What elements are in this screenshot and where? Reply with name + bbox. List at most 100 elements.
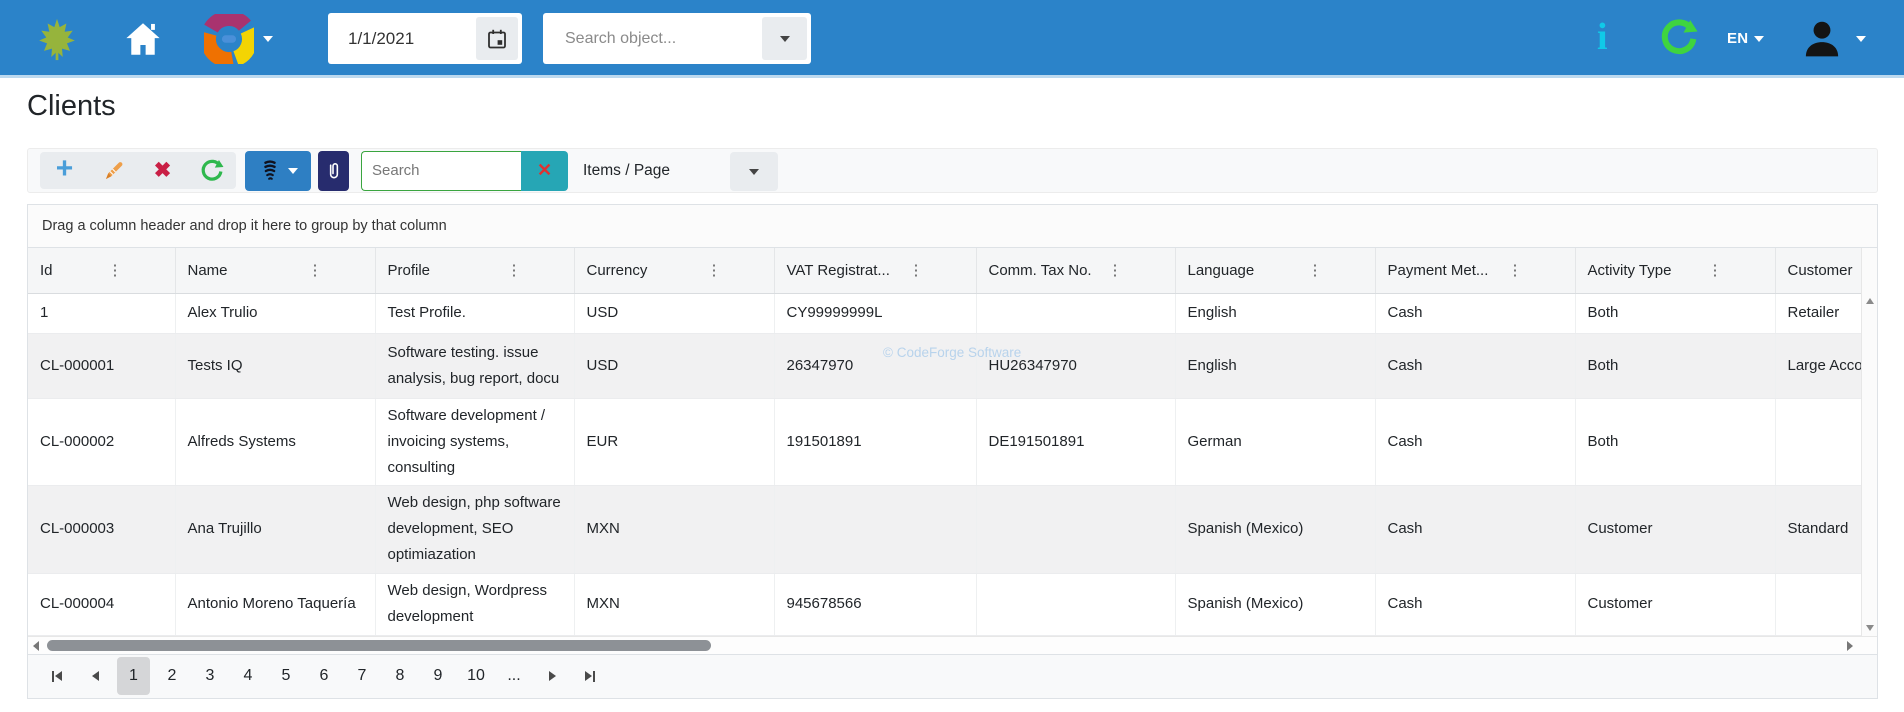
page-button-7[interactable]: 7 [343, 657, 381, 695]
column-header-customer[interactable]: Customer⋮ [1775, 248, 1861, 293]
column-header-id[interactable]: Id⋮ [28, 248, 175, 293]
table-cell[interactable]: 191501891 [774, 398, 976, 485]
table-row[interactable]: CL-000004Antonio Moreno TaqueríaWeb desi… [28, 573, 1861, 635]
energy-actions-dropdown-button[interactable] [245, 151, 311, 191]
object-search-dropdown[interactable]: Search object... [543, 13, 811, 64]
table-cell[interactable]: English [1175, 333, 1375, 398]
table-cell[interactable]: English [1175, 293, 1375, 333]
horizontal-scrollbar[interactable] [28, 636, 1877, 654]
first-page-button[interactable] [38, 657, 76, 695]
table-cell[interactable]: CL-000001 [28, 333, 175, 398]
table-cell[interactable]: Spanish (Mexico) [1175, 573, 1375, 635]
page-button-2[interactable]: 2 [153, 657, 191, 695]
table-cell[interactable]: Large Account [1775, 333, 1861, 398]
last-page-button[interactable] [571, 657, 609, 695]
table-cell[interactable]: 945678566 [774, 573, 976, 635]
table-cell[interactable]: German [1175, 398, 1375, 485]
page-button-1[interactable]: 1 [117, 657, 150, 695]
column-header-comm-tax-no[interactable]: Comm. Tax No.⋮ [976, 248, 1175, 293]
scroll-left-icon[interactable] [33, 641, 39, 651]
clear-search-button[interactable]: ✕ [521, 151, 568, 191]
items-per-page-dropdown[interactable] [730, 152, 778, 191]
table-row[interactable]: CL-000001Tests IQSoftware testing. issue… [28, 333, 1861, 398]
table-cell[interactable]: Antonio Moreno Taquería [175, 573, 375, 635]
column-menu-icon[interactable]: ⋮ [1708, 261, 1723, 279]
app-logo-leaf-icon[interactable] [34, 16, 80, 62]
column-menu-icon[interactable]: ⋮ [909, 261, 924, 279]
column-header-profile[interactable]: Profile⋮ [375, 248, 574, 293]
next-page-button[interactable] [533, 657, 571, 695]
page-button-5[interactable]: 5 [267, 657, 305, 695]
table-row[interactable]: CL-000003Ana TrujilloWeb design, php sof… [28, 485, 1861, 573]
vertical-scrollbar[interactable] [1861, 248, 1877, 636]
page-button-9[interactable]: 9 [419, 657, 457, 695]
grid-search-input[interactable] [361, 151, 521, 191]
date-input[interactable] [328, 29, 466, 49]
table-cell[interactable]: DE191501891 [976, 398, 1175, 485]
table-cell[interactable]: 26347970 [774, 333, 976, 398]
column-menu-icon[interactable]: ⋮ [108, 261, 123, 279]
add-button[interactable]: + [40, 152, 89, 189]
scroll-up-icon[interactable] [1866, 298, 1874, 304]
column-menu-icon[interactable]: ⋮ [707, 261, 722, 279]
table-cell[interactable]: Customer [1575, 573, 1775, 635]
table-cell[interactable]: Cash [1375, 485, 1575, 573]
home-button[interactable] [122, 18, 164, 60]
table-cell[interactable]: Customer [1575, 485, 1775, 573]
table-cell[interactable] [1775, 573, 1861, 635]
table-cell[interactable]: Software testing. issue analysis, bug re… [375, 333, 574, 398]
table-cell[interactable]: Test Profile. [375, 293, 574, 333]
delete-button[interactable]: ✖ [138, 152, 187, 189]
table-cell[interactable]: Web design, Wordpress development [375, 573, 574, 635]
table-cell[interactable]: Alfreds Systems [175, 398, 375, 485]
page-button-10[interactable]: 10 [457, 657, 495, 695]
table-cell[interactable]: Both [1575, 293, 1775, 333]
user-menu-button[interactable] [1800, 17, 1866, 61]
column-header-language[interactable]: Language⋮ [1175, 248, 1375, 293]
table-cell[interactable]: Spanish (Mexico) [1175, 485, 1375, 573]
column-menu-icon[interactable]: ⋮ [1108, 261, 1123, 279]
column-menu-icon[interactable]: ⋮ [308, 261, 323, 279]
table-row[interactable]: CL-000002Alfreds SystemsSoftware develop… [28, 398, 1861, 485]
scroll-right-icon[interactable] [1847, 641, 1853, 651]
object-search-caret-button[interactable] [762, 17, 807, 60]
table-cell[interactable] [976, 293, 1175, 333]
scroll-down-icon[interactable] [1866, 625, 1874, 631]
group-drop-area[interactable]: Drag a column header and drop it here to… [28, 205, 1877, 248]
info-button[interactable]: i [1597, 18, 1608, 56]
horizontal-scroll-thumb[interactable] [47, 640, 711, 651]
column-header-name[interactable]: Name⋮ [175, 248, 375, 293]
table-cell[interactable]: Cash [1375, 398, 1575, 485]
dashboard-menu-button[interactable] [204, 14, 273, 64]
table-cell[interactable] [1775, 398, 1861, 485]
previous-page-button[interactable] [76, 657, 114, 695]
table-cell[interactable]: Both [1575, 398, 1775, 485]
page-button-4[interactable]: 4 [229, 657, 267, 695]
table-cell[interactable] [774, 485, 976, 573]
column-header-activity-type[interactable]: Activity Type⋮ [1575, 248, 1775, 293]
table-cell[interactable]: Retailer [1775, 293, 1861, 333]
edit-button[interactable] [89, 152, 138, 189]
table-cell[interactable]: Software development / invoicing systems… [375, 398, 574, 485]
table-cell[interactable]: 1 [28, 293, 175, 333]
column-header-payment-met[interactable]: Payment Met...⋮ [1375, 248, 1575, 293]
table-cell[interactable]: CL-000004 [28, 573, 175, 635]
page-button-6[interactable]: 6 [305, 657, 343, 695]
column-menu-icon[interactable]: ⋮ [1308, 261, 1323, 279]
table-row[interactable]: 1Alex TrulioTest Profile.USDCY99999999LE… [28, 293, 1861, 333]
refresh-grid-button[interactable] [187, 152, 236, 189]
table-cell[interactable]: Cash [1375, 573, 1575, 635]
table-cell[interactable]: Alex Trulio [175, 293, 375, 333]
table-cell[interactable]: Ana Trujillo [175, 485, 375, 573]
more-pages-button[interactable]: ... [495, 657, 533, 695]
table-cell[interactable]: Standard [1775, 485, 1861, 573]
table-cell[interactable]: Web design, php software development, SE… [375, 485, 574, 573]
table-cell[interactable]: EUR [574, 398, 774, 485]
table-cell[interactable]: Cash [1375, 333, 1575, 398]
page-button-3[interactable]: 3 [191, 657, 229, 695]
attachments-button[interactable] [318, 151, 349, 191]
column-header-vat-registrat[interactable]: VAT Registrat...⋮ [774, 248, 976, 293]
table-cell[interactable]: MXN [574, 573, 774, 635]
table-cell[interactable]: USD [574, 293, 774, 333]
column-menu-icon[interactable]: ⋮ [507, 261, 522, 279]
